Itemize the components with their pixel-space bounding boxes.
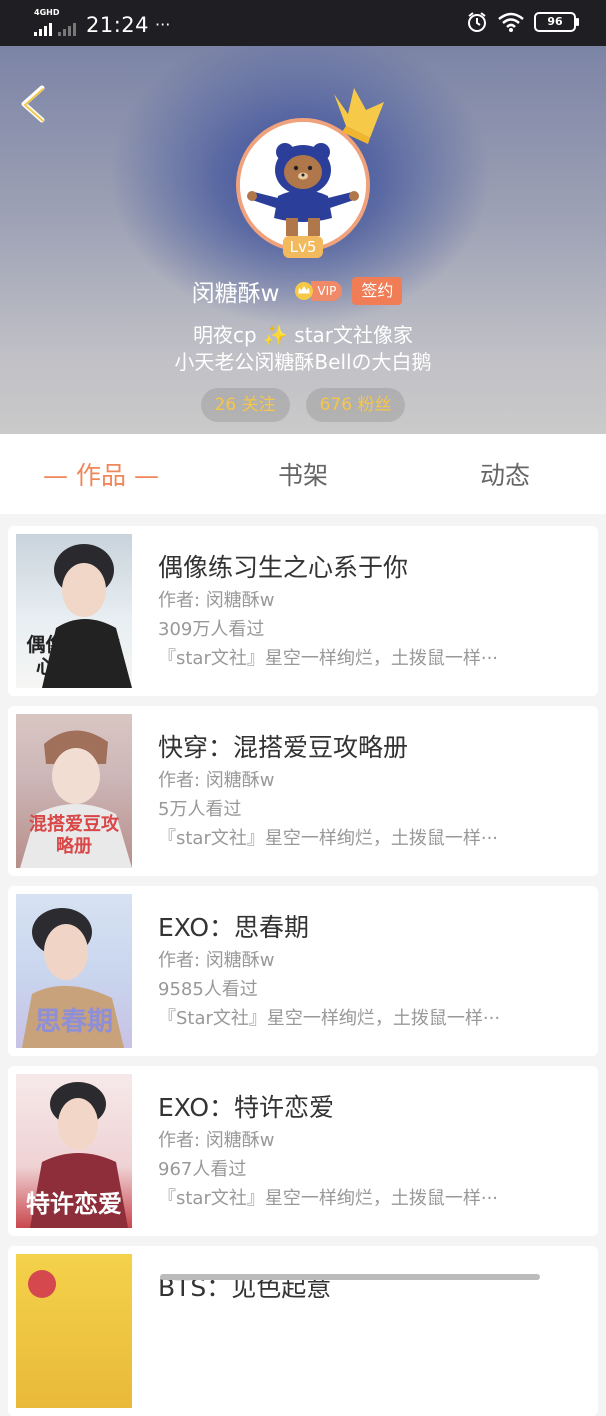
book-cover: 思春期 bbox=[16, 894, 132, 1048]
signal-icon bbox=[34, 22, 52, 36]
battery-icon: 96 bbox=[534, 12, 579, 32]
book-item[interactable]: BTS：见色起意 bbox=[8, 1246, 598, 1416]
book-item[interactable]: 偶像练习之心系于你 偶像练习生之心系于你 作者: 闵糖酥w 309万人看过 『s… bbox=[8, 526, 598, 696]
back-button[interactable] bbox=[14, 82, 50, 126]
name-row: 闵糖酥w VIP 签约 bbox=[0, 274, 606, 308]
clock: 21:24 bbox=[86, 13, 150, 37]
followers-count[interactable]: 676 粉丝 bbox=[305, 388, 406, 422]
signal-icon-secondary bbox=[58, 22, 76, 36]
username: 闵糖酥w bbox=[191, 281, 280, 307]
book-cover: 混搭爱豆攻略册 bbox=[16, 714, 132, 868]
cover-title: 思春期 bbox=[34, 1007, 113, 1037]
book-author: 作者: 闵糖酥w bbox=[158, 590, 275, 611]
book-description: 『star文社』星空一样绚烂，土拨鼠一样··· bbox=[158, 828, 499, 849]
book-cover bbox=[16, 1254, 132, 1408]
book-title: EXO：特许恋爱 bbox=[158, 1093, 335, 1122]
book-title: 快穿：混搭爱豆攻略册 bbox=[158, 733, 409, 762]
book-item[interactable]: 特许恋爱 EXO：特许恋爱 作者: 闵糖酥w 967人看过 『star文社』星空… bbox=[8, 1066, 598, 1236]
level-badge: Lv5 bbox=[283, 236, 323, 258]
tab-works[interactable]: — 作品 — bbox=[0, 434, 202, 514]
vip-badge[interactable]: VIP bbox=[293, 281, 343, 301]
bio: 明夜cp ✨ star文社像家 小天老公闵糖酥Bellの大白鹅 bbox=[0, 322, 606, 376]
following-count[interactable]: 26 关注 bbox=[200, 388, 290, 422]
bio-line: 明夜cp ✨ star文社像家 bbox=[192, 323, 414, 347]
cover-title: 偶像练习之心系于你 bbox=[26, 634, 122, 678]
tab-bar: — 作品 — 书架 动态 bbox=[0, 434, 606, 514]
wifi-icon bbox=[498, 12, 524, 32]
book-views: 309万人看过 bbox=[158, 619, 265, 640]
book-cover: 偶像练习之心系于你 bbox=[16, 534, 132, 688]
vip-crown-icon bbox=[295, 282, 314, 300]
stats-row: 26 关注 676 粉丝 bbox=[0, 388, 606, 422]
book-views: 5万人看过 bbox=[158, 799, 242, 820]
book-item[interactable]: 混搭爱豆攻略册 快穿：混搭爱豆攻略册 作者: 闵糖酥w 5万人看过 『star文… bbox=[8, 706, 598, 876]
more-notifications-icon: ··· bbox=[155, 15, 171, 34]
book-author: 作者: 闵糖酥w bbox=[158, 1130, 275, 1151]
book-cover: 特许恋爱 bbox=[16, 1074, 132, 1228]
book-views: 9585人看过 bbox=[158, 979, 258, 1000]
cover-title: 特许恋爱 bbox=[26, 1189, 122, 1218]
tab-activity[interactable]: 动态 bbox=[404, 434, 606, 514]
book-item[interactable]: 思春期 EXO：思春期 作者: 闵糖酥w 9585人看过 『Star文社』星空一… bbox=[8, 886, 598, 1056]
crown-icon bbox=[334, 88, 384, 144]
network-type: 4GHD bbox=[34, 8, 60, 17]
signed-author-badge: 签约 bbox=[352, 277, 403, 305]
book-title: 偶像练习生之心系于你 bbox=[158, 553, 409, 582]
alarm-icon bbox=[468, 12, 486, 32]
book-author: 作者: 闵糖酥w bbox=[158, 950, 275, 971]
bio-line: 小天老公闵糖酥Bellの大白鹅 bbox=[174, 350, 432, 374]
book-title: EXO：思春期 bbox=[158, 913, 310, 942]
book-views: 967人看过 bbox=[158, 1159, 247, 1180]
book-description: 『Star文社』星空一样绚烂，土拨鼠一样··· bbox=[158, 1008, 501, 1029]
status-bar: 4GHD 21:24 ··· 96 bbox=[0, 0, 606, 46]
cover-title: 混搭爱豆攻略册 bbox=[29, 814, 119, 857]
home-indicator[interactable] bbox=[160, 1274, 540, 1280]
vip-label: VIP bbox=[311, 281, 343, 301]
profile-header: Lv5 闵糖酥w VIP 签约 明夜cp ✨ star文社像家 小天老公闵糖酥B… bbox=[0, 46, 606, 434]
book-description: 『star文社』星空一样绚烂，土拨鼠一样··· bbox=[158, 1188, 499, 1209]
book-author: 作者: 闵糖酥w bbox=[158, 770, 275, 791]
tab-bookshelf[interactable]: 书架 bbox=[202, 434, 404, 514]
book-description: 『star文社』星空一样绚烂，土拨鼠一样··· bbox=[158, 648, 499, 669]
